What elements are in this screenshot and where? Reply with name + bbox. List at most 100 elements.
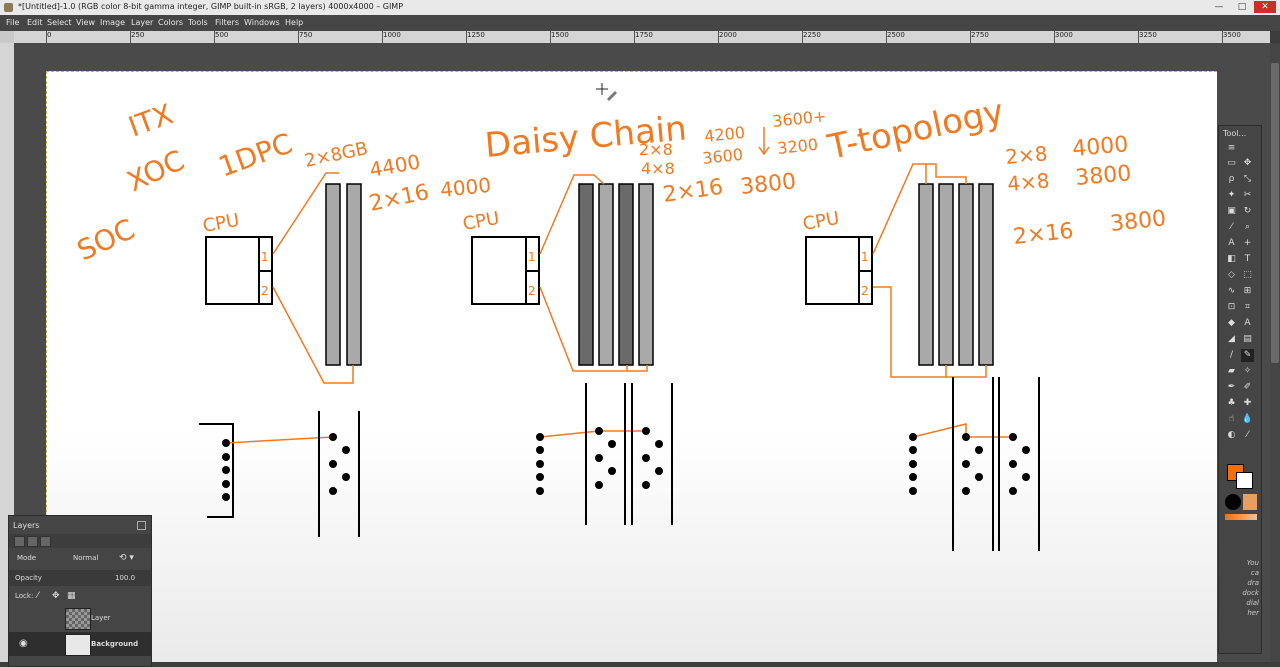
opacity-row[interactable]: Opacity 100.0 [9,570,151,586]
menu-tools[interactable]: Tools [188,18,208,27]
ruler-label: 1500 [551,31,569,39]
layers-tab-icon[interactable] [14,536,25,547]
align-icon[interactable]: + [1241,237,1254,250]
blur-icon[interactable]: 💧 [1241,413,1254,426]
ruler-label: 3250 [1139,31,1157,39]
menu-filters[interactable]: Filters [215,18,239,27]
unified-transform-icon[interactable]: ⊞ [1241,285,1254,298]
menu-layer[interactable]: Layer [131,18,153,27]
layer-name[interactable]: Background [91,640,138,648]
trace [539,430,600,438]
scrollbar-thumb[interactable] [1271,63,1279,363]
pattern-preview[interactable] [1243,494,1257,510]
mode-reset-icon[interactable]: ⟲ ▾ [119,553,134,563]
mode-label: Mode [17,554,37,562]
flip-icon[interactable]: ◧ [1225,253,1238,266]
menu-windows[interactable]: Windows [244,18,280,27]
ink-icon[interactable]: ✒ [1225,381,1238,394]
measure-icon[interactable]: A [1225,237,1238,250]
pin-dot [595,481,603,489]
layer-row[interactable]: Layer [9,606,151,630]
dock-hint-line: dock [1242,589,1259,597]
bucket-fill-icon[interactable]: ◆ [1225,317,1238,330]
panel-menu-icon[interactable] [137,521,146,530]
paintbrush-icon[interactable]: ✎ [1241,349,1254,362]
lock-row: Lock: ⁄ ✥ ▦ [9,590,151,604]
crop-icon[interactable]: ✂ [1241,189,1254,202]
gradient-fill-icon[interactable]: ◢ [1225,333,1238,346]
color-picker-icon[interactable]: ⁄ [1241,429,1254,442]
paths-icon[interactable]: ⁄ [1225,221,1238,234]
mem-label-2x16-c: 2×16 [1012,219,1075,250]
warp-icon[interactable]: ∿ [1225,285,1238,298]
lock-alpha-icon[interactable]: ▦ [67,591,76,601]
mode-select[interactable]: Normal [73,554,98,562]
pencil-icon[interactable]: / [1225,349,1238,362]
foreground-select-icon[interactable]: ▣ [1225,205,1238,218]
lasso-icon[interactable]: ρ [1225,173,1238,186]
mypaint-brush-icon[interactable]: ✐ [1241,381,1254,394]
menu-select[interactable]: Select [47,18,72,27]
smudge-icon[interactable]: ☝ [1225,413,1238,426]
text-icon[interactable]: T [1241,253,1254,266]
paths-tab-icon[interactable] [40,536,51,547]
menu-view[interactable]: View [76,18,95,27]
channels-tab-icon[interactable] [27,536,38,547]
text-tool-icon[interactable]: A [1241,317,1254,330]
eraser-icon[interactable]: ▰ [1225,365,1238,378]
handle-transform-icon[interactable]: ⊡ [1225,301,1238,314]
lock-position-icon[interactable]: ✥ [52,591,60,601]
grid-transform-icon[interactable]: ⌗ [1241,301,1254,314]
horizontal-ruler[interactable]: 0 250 500 750 1000 1250 1500 1750 2000 2… [14,31,1270,43]
ruler-tick [130,31,131,43]
pin-dot [342,446,350,454]
layer-name[interactable]: Layer [91,614,111,622]
ruler-label: 1250 [467,31,485,39]
mem-label-2x8-b: 2×8 [639,140,673,159]
dodge-burn-icon[interactable]: ◐ [1225,429,1238,442]
layer-row[interactable]: ◉ Background [9,632,151,656]
opacity-value[interactable]: 100.0 [115,574,135,582]
toolbox-menu-icon[interactable]: ≡ [1225,142,1238,155]
vertical-scrollbar[interactable] [1270,43,1280,662]
pin-dot [655,440,663,448]
dimm-slot [938,183,954,366]
brush-preview[interactable] [1225,494,1241,510]
image-canvas[interactable]: ITX XOC 1DPC SOC CPU 2×8GB 4400 2×16 400… [46,71,1217,662]
crosshair-cursor-icon [596,83,617,101]
rect-select-icon[interactable]: ▭ [1225,157,1238,170]
maximize-button[interactable]: □ [1231,1,1253,13]
dimm-slot [618,183,634,366]
ruler-tick [886,31,887,43]
perspective-icon[interactable]: ◇ [1225,269,1238,282]
menu-edit[interactable]: Edit [27,18,43,27]
rotate-icon[interactable]: ↻ [1241,205,1254,218]
pin-dot [655,467,663,475]
visibility-eye-icon[interactable]: ◉ [19,638,28,649]
background-color-swatch[interactable] [1236,472,1253,489]
menu-colors[interactable]: Colors [158,18,183,27]
dimm-slot [638,183,654,366]
menu-help[interactable]: Help [285,18,303,27]
lock-pixels-icon[interactable]: ⁄ [37,591,39,601]
airbrush-icon[interactable]: ✧ [1241,365,1254,378]
menu-image[interactable]: Image [100,18,125,27]
drawing: ITX XOC 1DPC SOC CPU 2×8GB 4400 2×16 400… [72,83,1167,551]
fuzzy-select-icon[interactable]: ✦ [1225,189,1238,202]
blend-icon[interactable]: ▤ [1241,333,1254,346]
pin-dot [975,446,983,454]
pin-dot [909,433,917,441]
canvas-viewport[interactable]: ITX XOC 1DPC SOC CPU 2×8GB 4400 2×16 400… [14,43,1270,662]
heal-icon[interactable]: ✚ [1241,397,1254,410]
zoom-icon[interactable]: ⌕ [1241,221,1254,234]
minimize-button[interactable]: — [1208,1,1230,13]
ruler-label: 2500 [887,31,905,39]
menu-file[interactable]: File [6,18,19,27]
transform-icon[interactable]: ⤡ [1241,173,1254,186]
move-icon[interactable]: ✥ [1241,157,1254,170]
clone-icon[interactable]: ♣ [1225,397,1238,410]
cage-icon[interactable]: ⬚ [1241,269,1254,282]
dimm-slot [598,183,614,366]
close-button[interactable]: ✕ [1254,1,1276,13]
gradient-preview[interactable] [1225,514,1257,520]
